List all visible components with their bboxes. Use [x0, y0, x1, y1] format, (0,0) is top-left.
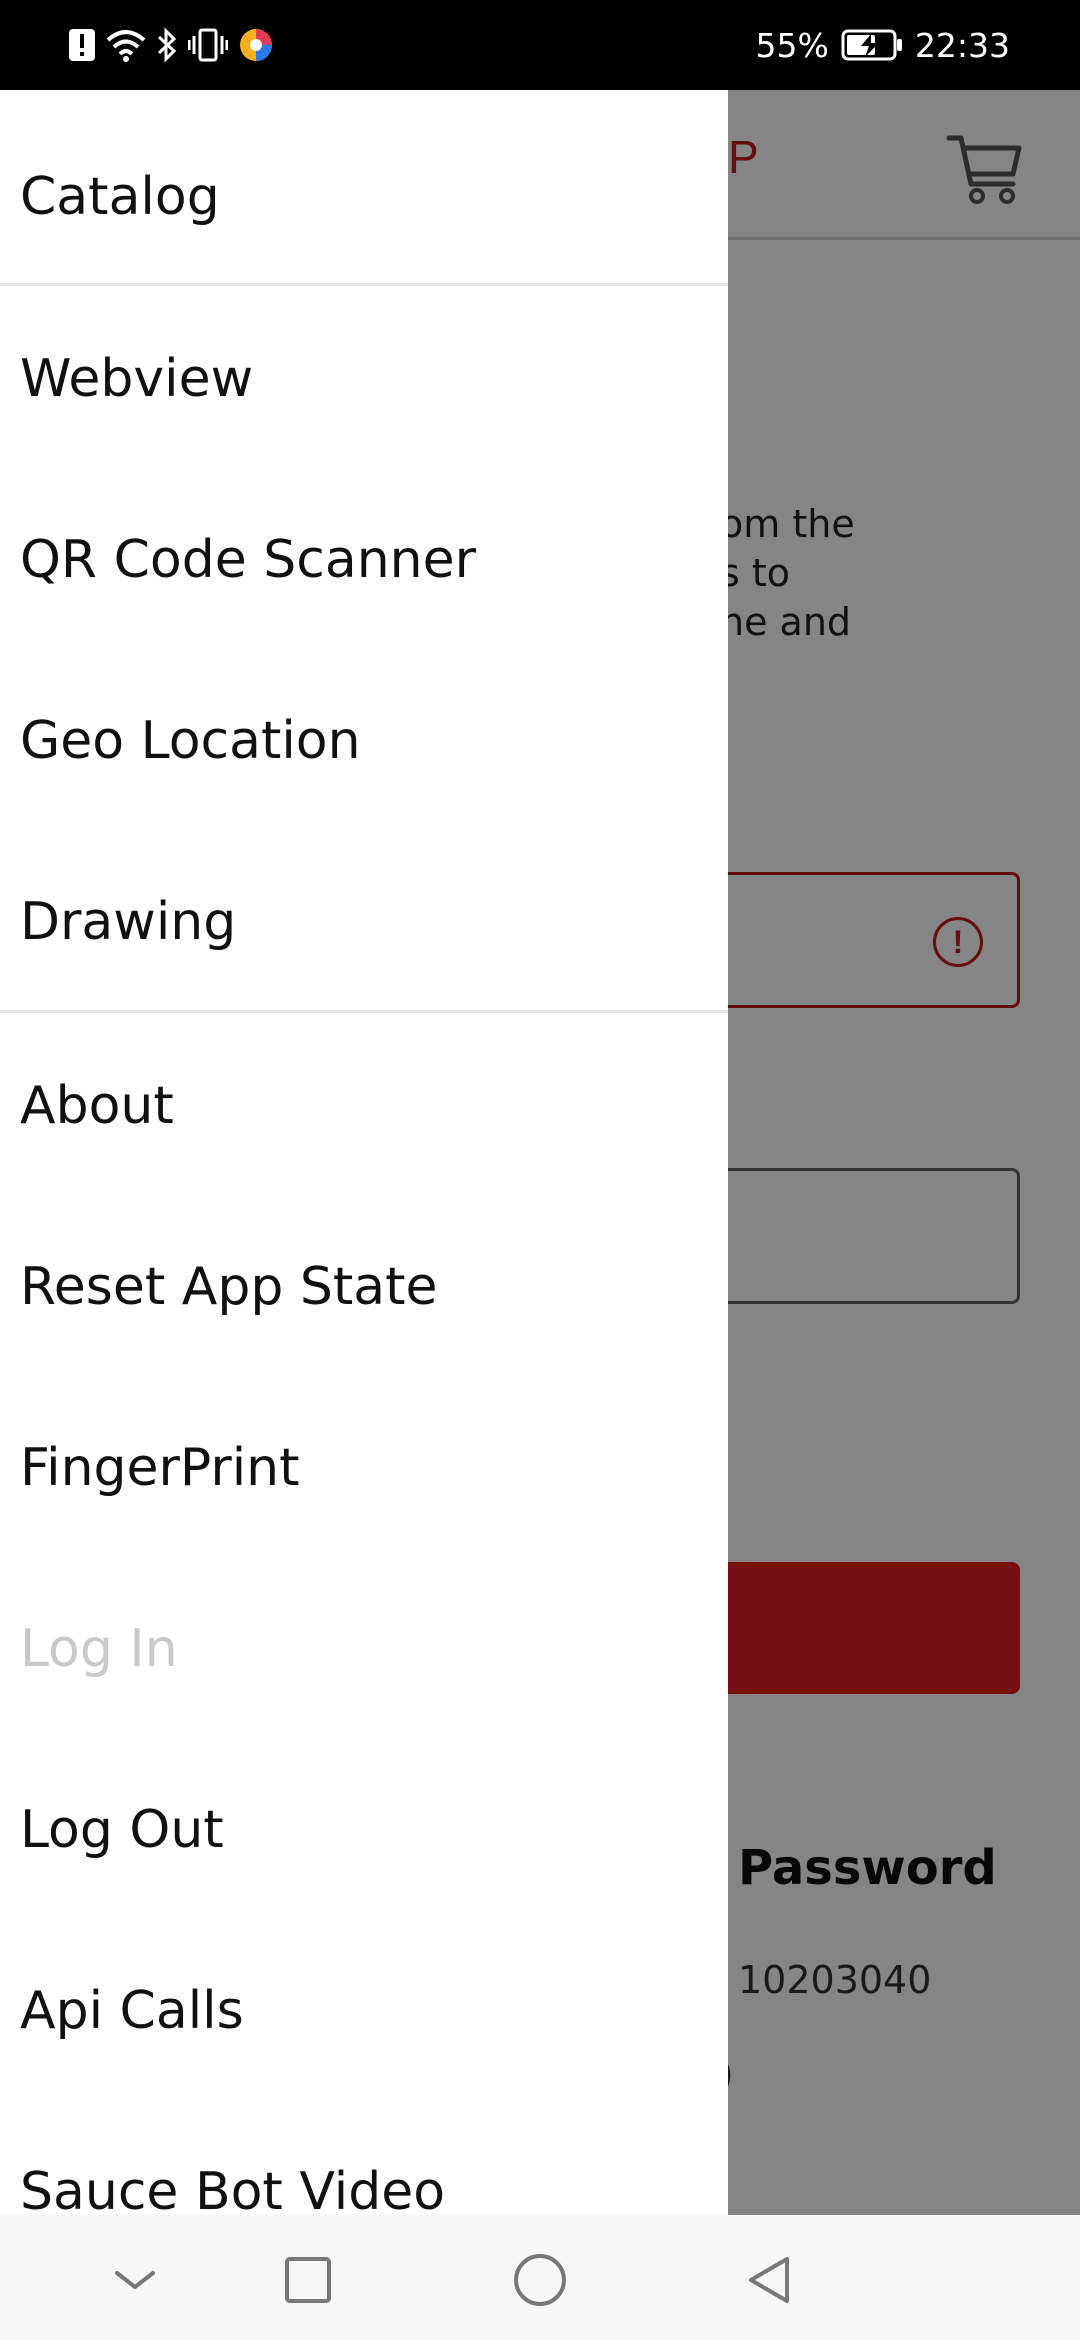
menu-item-webview[interactable]: Webview — [0, 288, 728, 469]
status-icons-left — [68, 24, 274, 66]
wifi-icon — [106, 28, 146, 62]
battery-charging-icon — [841, 28, 903, 62]
app-notification-icon — [238, 27, 274, 63]
collapse-icon[interactable] — [100, 2245, 170, 2315]
status-bar: 55% 22:33 — [0, 0, 1080, 90]
menu-item-api-calls[interactable]: Api Calls — [0, 1920, 728, 2101]
battery-percentage: 55% — [755, 25, 829, 65]
menu-divider — [0, 283, 728, 286]
menu-item-catalog[interactable]: Catalog — [0, 106, 728, 287]
clock: 22:33 — [914, 25, 1010, 65]
alert-icon — [68, 28, 96, 62]
menu-item-drawing[interactable]: Drawing — [0, 831, 728, 1012]
vibrate-icon — [188, 28, 228, 62]
recents-icon[interactable] — [273, 2245, 343, 2315]
status-icons-right: 55% 22:33 — [756, 24, 1010, 66]
menu-item-about[interactable]: About — [0, 1015, 728, 1196]
navigation-drawer: Catalog Webview QR Code Scanner Geo Loca… — [0, 90, 728, 2215]
menu-item-geo-location[interactable]: Geo Location — [0, 650, 728, 831]
bluetooth-icon — [156, 27, 178, 63]
menu-item-log-in: Log In — [20, 1618, 178, 1679]
system-navigation-bar — [0, 2215, 1080, 2340]
home-icon[interactable] — [505, 2245, 575, 2315]
menu-item-reset-app-state[interactable]: Reset App State — [0, 1196, 728, 1377]
menu-item-log-out[interactable]: Log Out — [0, 1739, 728, 1920]
menu-item-fingerprint[interactable]: FingerPrint — [0, 1377, 728, 1558]
back-icon[interactable] — [735, 2245, 805, 2315]
menu-item-sauce-bot-video[interactable]: Sauce Bot Video — [0, 2101, 728, 2216]
menu-item-qr-code-scanner[interactable]: QR Code Scanner — [0, 469, 728, 650]
menu-divider — [0, 1010, 728, 1013]
